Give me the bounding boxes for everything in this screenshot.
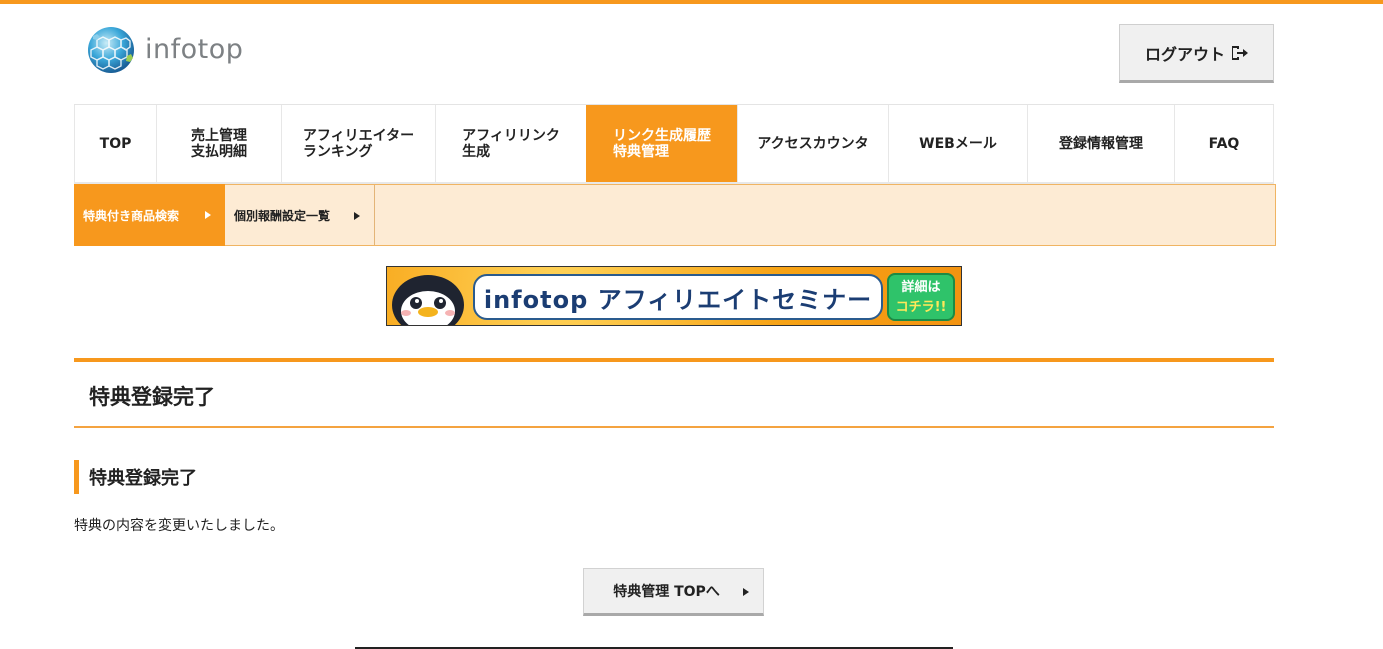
subnav-item-label: 個別報酬設定一覧 (234, 208, 331, 223)
nav-item-label: 登録情報管理 (1059, 135, 1143, 152)
main-navigation: TOP 売上管理 支払明細 アフィリエイター ランキング アフィリリンク 生成 … (74, 104, 1274, 184)
arrow-right-icon (743, 588, 749, 596)
section-title: 特典登録完了 (89, 468, 197, 489)
subnav-item-label: 特典付き商品検索 (83, 208, 180, 223)
seminar-banner[interactable]: infotop アフィリエイトセミナー 詳細は コチラ!! (386, 266, 962, 326)
nav-item-registration[interactable]: 登録情報管理 (1027, 105, 1174, 182)
title-top-border (74, 358, 1274, 362)
nav-item-link-history[interactable]: リンク生成履歴 特典管理 (586, 105, 737, 182)
nav-item-label: FAQ (1208, 135, 1240, 152)
banner-button-line2: コチラ!! (895, 300, 947, 315)
page-title: 特典登録完了 (89, 385, 215, 409)
logout-button[interactable]: ログアウト (1119, 24, 1274, 83)
logout-icon (1232, 45, 1248, 60)
section-accent-bar (74, 460, 79, 494)
nav-item-label: 売上管理 支払明細 (191, 127, 247, 160)
nav-item-webmail[interactable]: WEBメール (888, 105, 1027, 182)
nav-item-ranking[interactable]: アフィリエイター ランキング (281, 105, 435, 182)
arrow-right-icon (354, 212, 360, 220)
nav-item-label: リンク生成履歴 特典管理 (613, 127, 711, 160)
penguin-mascot-icon (392, 275, 464, 325)
sub-navigation: 特典付き商品検索 個別報酬設定一覧 (74, 184, 1276, 246)
subnav-item-individual-reward-list[interactable]: 個別報酬設定一覧 (225, 185, 375, 245)
logo-text: infotop (145, 33, 244, 65)
infotop-logo[interactable]: infotop (87, 26, 243, 74)
nav-item-label: アフィリリンク 生成 (462, 127, 560, 160)
top-accent-bar (0, 0, 1383, 4)
bonus-management-top-button[interactable]: 特典管理 TOPへ (583, 568, 764, 616)
nav-item-label: アフィリエイター ランキング (302, 127, 415, 160)
completion-message: 特典の内容を変更いたしました。 (74, 518, 284, 534)
banner-title: infotop アフィリエイトセミナー (473, 274, 883, 320)
logo-globe-icon (88, 27, 134, 73)
arrow-right-icon (205, 211, 211, 219)
nav-item-faq[interactable]: FAQ (1174, 105, 1274, 182)
title-divider (74, 426, 1274, 428)
button-label: 特典管理 TOPへ (613, 584, 720, 600)
nav-item-affiliate-link[interactable]: アフィリリンク 生成 (435, 105, 586, 182)
nav-item-access-counter[interactable]: アクセスカウンタ (737, 105, 888, 182)
banner-details-button[interactable]: 詳細は コチラ!! (887, 273, 955, 321)
nav-item-sales[interactable]: 売上管理 支払明細 (156, 105, 281, 182)
nav-item-label: TOP (99, 135, 132, 152)
logout-label: ログアウト (1144, 44, 1225, 64)
nav-item-label: アクセスカウンタ (757, 135, 869, 152)
banner-button-line1: 詳細は (901, 280, 941, 295)
nav-item-top[interactable]: TOP (74, 105, 156, 182)
subnav-item-bonus-product-search[interactable]: 特典付き商品検索 (74, 184, 225, 246)
nav-item-label: WEBメール (919, 135, 997, 152)
